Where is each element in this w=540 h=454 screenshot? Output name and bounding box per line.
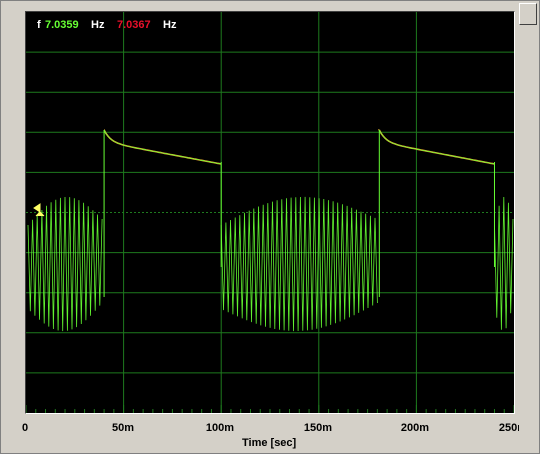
waveform-plot <box>26 12 514 413</box>
x-tick-label: 100m <box>205 422 235 434</box>
x-axis-title: Time [sec] <box>242 437 297 449</box>
x-tick-label: 200m <box>400 422 430 434</box>
frequency-label: f <box>37 19 41 31</box>
frequency-unit-2: Hz <box>163 19 177 31</box>
x-tick-label: 50m <box>111 422 135 434</box>
frequency-unit-1: Hz <box>91 19 105 31</box>
oscilloscope-window: f 7.0359 Hz 7.0367 Hz 0 50m 100m 150m 20… <box>0 0 540 454</box>
vertical-scrollbar[interactable] <box>519 3 537 451</box>
x-tick-label: 150m <box>303 422 333 434</box>
scrollbar-thumb[interactable] <box>519 3 537 25</box>
frequency-readout-2: 7.0367 <box>117 19 151 31</box>
x-tick-label: 0 <box>21 422 29 434</box>
plot-area[interactable] <box>25 11 515 414</box>
frequency-readout-1: 7.0359 <box>45 19 79 31</box>
